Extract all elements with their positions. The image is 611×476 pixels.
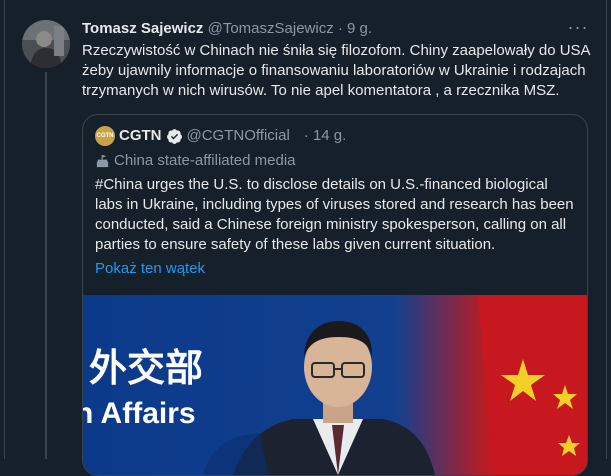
show-thread-link[interactable]: Pokaż ten wątek bbox=[95, 259, 205, 279]
media-photo: 外交部 n Affairs bbox=[83, 295, 587, 475]
quoted-author-avatar[interactable]: CGTN bbox=[95, 126, 115, 146]
sign-english-text: n Affairs bbox=[83, 397, 196, 430]
ellipsis-icon: ··· bbox=[567, 17, 589, 37]
avatar-photo bbox=[22, 20, 70, 68]
quoted-author-handle[interactable]: @CGTNOfficial bbox=[187, 126, 290, 146]
quoted-tweet-text: #China urges the U.S. to disclose detail… bbox=[95, 176, 574, 253]
quoted-tweet-card[interactable]: CGTN CGTN @CGTNOfficial · 14 g. China st… bbox=[82, 114, 588, 476]
quoted-tweet-timestamp[interactable]: · 14 g. bbox=[304, 126, 347, 146]
author-avatar[interactable] bbox=[22, 20, 70, 68]
tweet-timestamp[interactable]: 9 g. bbox=[347, 20, 372, 37]
column-border-left bbox=[4, 0, 5, 459]
thread-connector-line bbox=[45, 72, 47, 459]
author-handle[interactable]: @TomaszSajewicz bbox=[208, 20, 334, 37]
author-name[interactable]: Tomasz Sajewicz bbox=[82, 20, 203, 37]
quoted-tweet-media[interactable]: 外交部 n Affairs bbox=[83, 295, 587, 475]
sign-chinese-text: 外交部 bbox=[89, 346, 203, 390]
more-options-button[interactable]: ··· bbox=[566, 17, 590, 41]
verified-badge-icon bbox=[166, 128, 182, 144]
quoted-tweet-header: CGTN CGTN @CGTNOfficial · 14 g. bbox=[95, 126, 346, 146]
tweet-text: Rzeczywistość w Chinach nie śniła się fi… bbox=[82, 42, 590, 99]
header-separator: · bbox=[337, 20, 343, 37]
state-media-flag-icon bbox=[96, 154, 109, 167]
state-media-label[interactable]: China state-affiliated media bbox=[95, 151, 296, 171]
tweet-header: Tomasz Sajewicz @TomaszSajewicz · 9 g. bbox=[82, 19, 372, 39]
state-media-label-text: China state-affiliated media bbox=[114, 152, 296, 169]
column-border-right bbox=[606, 0, 607, 459]
quoted-author-name[interactable]: CGTN bbox=[119, 126, 162, 146]
